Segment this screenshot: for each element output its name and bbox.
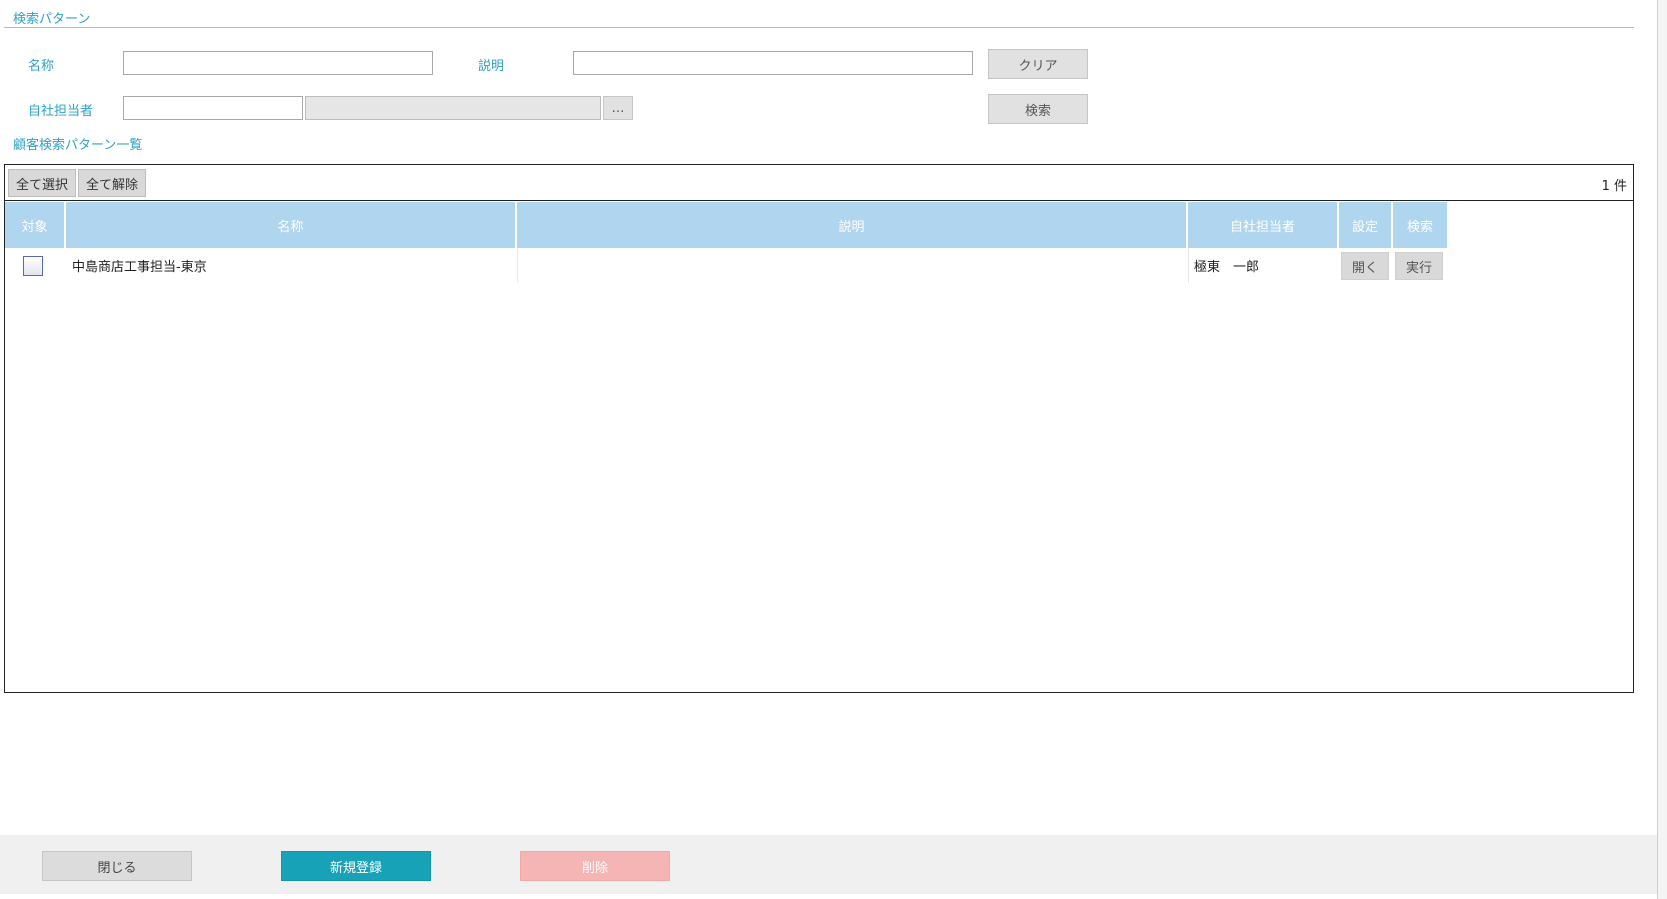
- section-divider: [4, 27, 1634, 28]
- owner-code-input[interactable]: [123, 96, 303, 120]
- new-registration-button[interactable]: 新規登録: [281, 851, 431, 881]
- column-header-owner: 自社担当者: [1188, 202, 1339, 248]
- list-section-title: 顧客検索パターン一覧: [13, 138, 143, 153]
- name-input[interactable]: [123, 51, 433, 75]
- cell-divider: [517, 248, 518, 283]
- pattern-grid: 全て選択 全て解除 1 件 対象 名称 説明 自社担当者 設定 検索 中島商店工…: [4, 164, 1634, 693]
- description-label: 説明: [478, 59, 505, 74]
- row-run-button[interactable]: 実行: [1395, 252, 1443, 280]
- delete-button[interactable]: 削除: [520, 851, 670, 881]
- column-header-description: 説明: [517, 202, 1188, 248]
- record-count: 1 件: [1601, 179, 1627, 194]
- footer-bar: 閉じる 新規登録 削除: [0, 835, 1657, 894]
- column-header-target: 対象: [5, 202, 66, 248]
- row-checkbox[interactable]: [23, 255, 43, 276]
- close-button[interactable]: 閉じる: [42, 851, 192, 881]
- owner-label: 自社担当者: [28, 104, 94, 119]
- column-header-search: 検索: [1393, 202, 1447, 248]
- row-open-button[interactable]: 開く: [1341, 252, 1389, 280]
- search-button[interactable]: 検索: [988, 94, 1088, 124]
- column-header-name: 名称: [66, 202, 517, 248]
- cell-divider: [1188, 248, 1189, 283]
- owner-name-field: [305, 96, 601, 120]
- grid-toolbar: 全て選択 全て解除 1 件: [5, 165, 1633, 201]
- deselect-all-button[interactable]: 全て解除: [78, 169, 146, 197]
- row-name: 中島商店工事担当-東京: [72, 260, 207, 275]
- clear-button[interactable]: クリア: [988, 49, 1088, 79]
- row-checkbox-cell: [23, 248, 53, 283]
- row-owner: 極東 一郎: [1194, 260, 1260, 275]
- name-label: 名称: [28, 59, 55, 74]
- column-header-settings: 設定: [1339, 202, 1393, 248]
- select-all-button[interactable]: 全て選択: [8, 169, 76, 197]
- description-input[interactable]: [573, 51, 973, 75]
- search-section-title: 検索パターン: [13, 12, 91, 27]
- owner-picker-button[interactable]: …: [603, 96, 633, 120]
- window-edge: [1657, 0, 1667, 899]
- row-description: [523, 248, 1183, 283]
